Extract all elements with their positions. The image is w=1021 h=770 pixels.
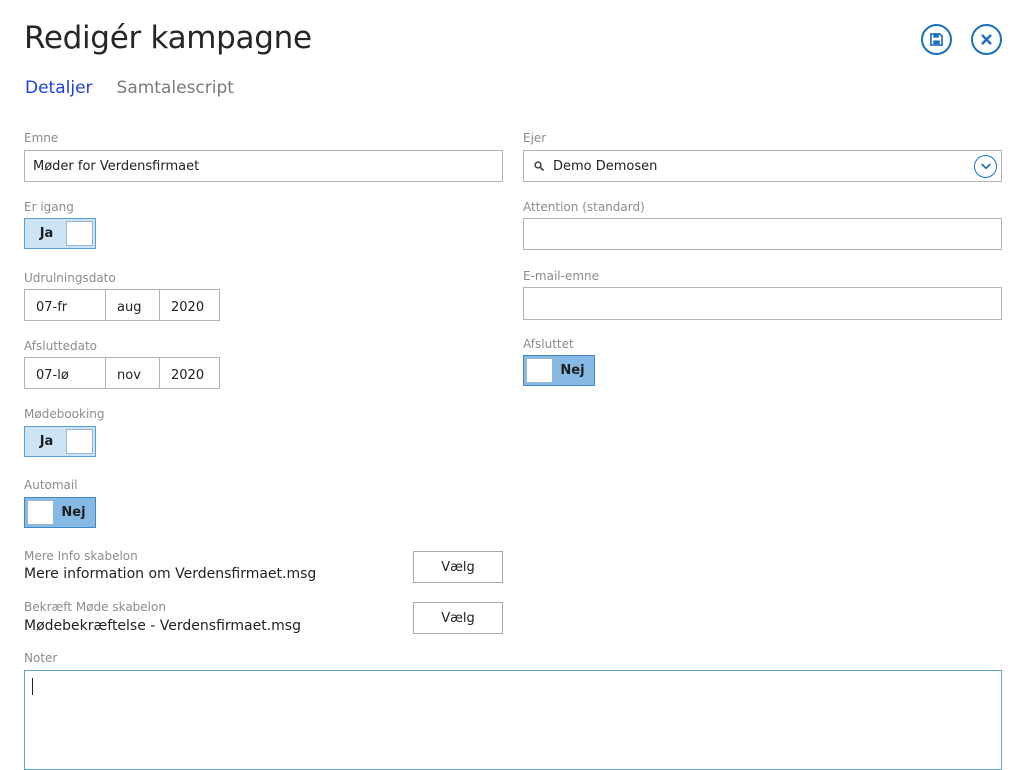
ejer-label: Ejer bbox=[523, 131, 547, 145]
emne-value: Møder for Verdensfirmaet bbox=[33, 158, 200, 174]
afsluttet-toggle[interactable]: Nej bbox=[523, 355, 595, 386]
udrulningsdato-month[interactable]: aug bbox=[106, 289, 160, 321]
search-icon bbox=[534, 161, 544, 171]
afsluttedato-month[interactable]: nov bbox=[106, 357, 160, 389]
emne-input[interactable]: Møder for Verdensfirmaet bbox=[24, 150, 503, 182]
mere-info-select-button[interactable]: Vælg bbox=[413, 551, 503, 583]
udrulningsdato-label: Udrulningsdato bbox=[24, 271, 116, 285]
attention-label: Attention (standard) bbox=[523, 200, 645, 214]
mere-info-file: Mere information om Verdensfirmaet.msg bbox=[24, 566, 317, 582]
save-icon bbox=[930, 33, 943, 46]
tab-samtalescript[interactable]: Samtalescript bbox=[117, 78, 234, 98]
toggle-knob bbox=[526, 358, 553, 383]
email-emne-input[interactable] bbox=[523, 287, 1002, 320]
ejer-value: Demo Demosen bbox=[553, 158, 658, 174]
afsluttedato-field: 07-lø nov 2020 bbox=[24, 357, 220, 389]
bekraeft-select-button[interactable]: Vælg bbox=[413, 602, 503, 634]
afsluttedato-day[interactable]: 07-lø bbox=[24, 357, 106, 389]
bekraeft-label: Bekræft Møde skabelon bbox=[24, 600, 166, 614]
text-caret bbox=[32, 678, 33, 695]
page-title: Redigér kampagne bbox=[24, 20, 312, 56]
attention-input[interactable] bbox=[523, 218, 1002, 250]
afsluttedato-label: Afsluttedato bbox=[24, 339, 98, 353]
chevron-down-icon[interactable] bbox=[974, 155, 997, 178]
afsluttet-label: Afsluttet bbox=[523, 337, 574, 351]
tab-bar: Detaljer Samtalescript bbox=[25, 78, 234, 98]
tab-detaljer[interactable]: Detaljer bbox=[25, 78, 93, 98]
bekraeft-file: Mødebekræftelse - Verdensfirmaet.msg bbox=[24, 618, 301, 634]
toggle-knob bbox=[66, 429, 93, 454]
automail-label: Automail bbox=[24, 478, 78, 492]
er-igang-toggle-text: Ja bbox=[39, 226, 54, 241]
automail-toggle[interactable]: Nej bbox=[24, 497, 96, 528]
er-igang-label: Er igang bbox=[24, 200, 74, 214]
udrulningsdato-field: 07-fr aug 2020 bbox=[24, 289, 220, 321]
close-button[interactable] bbox=[971, 24, 1002, 55]
er-igang-toggle[interactable]: Ja bbox=[24, 218, 96, 249]
afsluttet-toggle-text: Nej bbox=[560, 363, 585, 378]
ejer-select[interactable]: Demo Demosen bbox=[523, 150, 1002, 182]
toggle-knob bbox=[27, 500, 54, 525]
save-button[interactable] bbox=[921, 24, 952, 55]
modebooking-toggle[interactable]: Ja bbox=[24, 426, 96, 457]
noter-label: Noter bbox=[24, 651, 58, 665]
toggle-knob bbox=[66, 221, 93, 246]
noter-textarea[interactable] bbox=[24, 670, 1002, 770]
modebooking-label: Mødebooking bbox=[24, 407, 105, 421]
udrulningsdato-day[interactable]: 07-fr bbox=[24, 289, 106, 321]
mere-info-label: Mere Info skabelon bbox=[24, 549, 138, 563]
automail-toggle-text: Nej bbox=[61, 505, 86, 520]
udrulningsdato-year[interactable]: 2020 bbox=[160, 289, 220, 321]
emne-label: Emne bbox=[24, 131, 59, 145]
modebooking-toggle-text: Ja bbox=[39, 434, 54, 449]
afsluttedato-year[interactable]: 2020 bbox=[160, 357, 220, 389]
email-emne-label: E-mail-emne bbox=[523, 269, 600, 283]
close-icon bbox=[981, 34, 992, 45]
